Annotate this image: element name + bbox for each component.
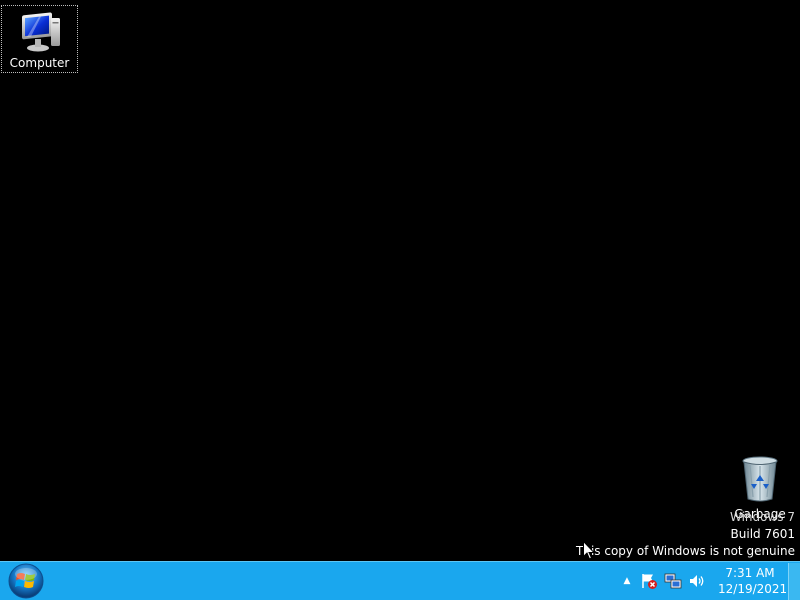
volume-button[interactable] (686, 570, 708, 592)
desktop-icon-computer[interactable]: Computer (1, 5, 78, 73)
mouse-pointer-icon (583, 541, 595, 560)
network-icon (664, 573, 682, 589)
clock[interactable]: 7:31 AM 12/19/2021 (718, 565, 788, 597)
windows-logo-icon (8, 563, 44, 599)
volume-icon (690, 575, 704, 587)
clock-time: 7:31 AM (725, 566, 775, 580)
show-desktop-button[interactable] (788, 562, 800, 600)
watermark-os-name: Windows 7 (729, 510, 795, 524)
action-center-button[interactable] (638, 570, 660, 592)
taskbar: ▲ 7:31 AM 12/19/2021 (0, 561, 800, 600)
desktop-icon-label: Computer (9, 56, 70, 70)
recycle-bin-icon (742, 456, 778, 502)
genuine-watermark: Windows 7 Build 7601 This copy of Window… (576, 509, 795, 560)
watermark-build: Build 7601 (730, 527, 795, 541)
show-hidden-icons-button[interactable]: ▲ (618, 570, 636, 592)
computer-icon (21, 12, 60, 52)
action-center-flag-icon (642, 574, 657, 589)
system-tray: ▲ 7:31 AM 12/19/2021 (616, 562, 800, 600)
clock-date: 12/19/2021 (718, 582, 788, 596)
desktop[interactable]: Computer Garbage Windows 7 Build 7601 Th… (0, 0, 800, 600)
network-button[interactable] (662, 570, 684, 592)
chevron-up-icon: ▲ (623, 576, 631, 586)
watermark-notice: This copy of Windows is not genuine (576, 544, 795, 558)
start-button[interactable] (6, 563, 46, 599)
